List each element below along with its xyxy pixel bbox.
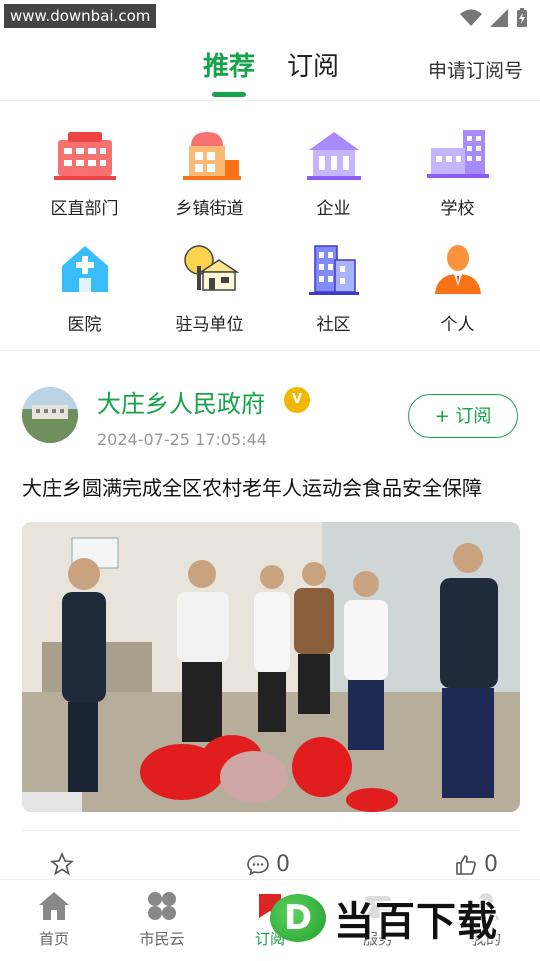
verified-badge: V xyxy=(284,387,310,413)
nav-label: 首页 xyxy=(38,930,69,948)
building-icon xyxy=(53,132,116,180)
category-towns-streets[interactable]: 乡镇街道 xyxy=(142,114,277,224)
tab-recommend[interactable]: 推荐 xyxy=(203,50,255,84)
star-icon xyxy=(50,852,74,876)
post-divider xyxy=(22,830,520,831)
comment-button[interactable]: 0 xyxy=(246,852,290,877)
category-label: 医院 xyxy=(67,315,102,335)
category-label: 乡镇街道 xyxy=(175,199,244,219)
avatar[interactable] xyxy=(22,387,78,443)
category-label: 企业 xyxy=(316,199,351,219)
apply-subscription-link[interactable]: 申请订阅号 xyxy=(428,56,523,83)
tab-subscribe[interactable]: 订阅 xyxy=(287,50,339,84)
home-icon xyxy=(39,892,69,920)
top-header: 推荐 订阅 申请订阅号 xyxy=(0,34,540,101)
comment-icon xyxy=(247,854,269,875)
signal-icon xyxy=(490,9,508,27)
nav-home[interactable]: 首页 xyxy=(0,890,108,949)
favorite-button[interactable] xyxy=(50,852,74,876)
brand-watermark: D 当百下载 xyxy=(270,893,498,945)
nav-label: 市民云 xyxy=(139,930,185,948)
post-photo xyxy=(22,522,520,812)
category-label: 驻马单位 xyxy=(175,315,244,335)
status-bar: www.downbai.com xyxy=(0,0,540,34)
enterprise-icon xyxy=(306,132,361,180)
like-button[interactable]: 0 xyxy=(454,852,498,877)
status-icons xyxy=(460,8,528,28)
post-time: 2024-07-25 17:05:44 xyxy=(97,430,267,449)
person-icon xyxy=(434,245,481,294)
like-count: 0 xyxy=(484,852,498,877)
site-watermark: www.downbai.com xyxy=(4,4,157,28)
category-school[interactable]: 学校 xyxy=(390,114,525,224)
comment-count: 0 xyxy=(276,852,290,877)
category-grid: 区直部门 乡镇街道 企业 学校 医院 驻马单位 社区 个人 xyxy=(0,114,540,346)
clover-icon xyxy=(148,892,176,920)
section-divider xyxy=(0,350,540,351)
category-district-departments[interactable]: 区直部门 xyxy=(17,114,152,224)
category-stationed-units[interactable]: 驻马单位 xyxy=(142,230,277,340)
category-individual[interactable]: 个人 xyxy=(390,230,525,340)
post-image[interactable] xyxy=(22,522,520,812)
battery-icon xyxy=(517,8,527,27)
thumbs-up-icon xyxy=(456,854,476,875)
category-label: 个人 xyxy=(440,315,475,335)
category-label: 社区 xyxy=(316,315,351,335)
post-title[interactable]: 大庄乡圆满完成全区农村老年人运动会食品安全保障 xyxy=(22,472,482,501)
unit-icon xyxy=(183,245,239,291)
category-community[interactable]: 社区 xyxy=(266,230,401,340)
subscribe-button[interactable]: + 订阅 xyxy=(408,394,518,438)
brand-logo: D xyxy=(270,894,326,942)
nav-citizen-cloud[interactable]: 市民云 xyxy=(108,890,216,949)
brand-text: 当百下载 xyxy=(334,899,498,945)
category-label: 区直部门 xyxy=(50,199,119,219)
org-name[interactable]: 大庄乡人民政府 xyxy=(97,384,265,419)
category-hospital[interactable]: 医院 xyxy=(17,230,152,340)
active-tab-indicator xyxy=(212,92,246,97)
wifi-icon xyxy=(460,9,482,26)
town-icon xyxy=(182,132,241,180)
category-enterprise[interactable]: 企业 xyxy=(266,114,401,224)
community-icon xyxy=(308,245,359,295)
category-label: 学校 xyxy=(440,199,475,219)
school-icon xyxy=(426,130,489,178)
avatar-image xyxy=(22,387,78,443)
hospital-icon xyxy=(61,246,108,292)
